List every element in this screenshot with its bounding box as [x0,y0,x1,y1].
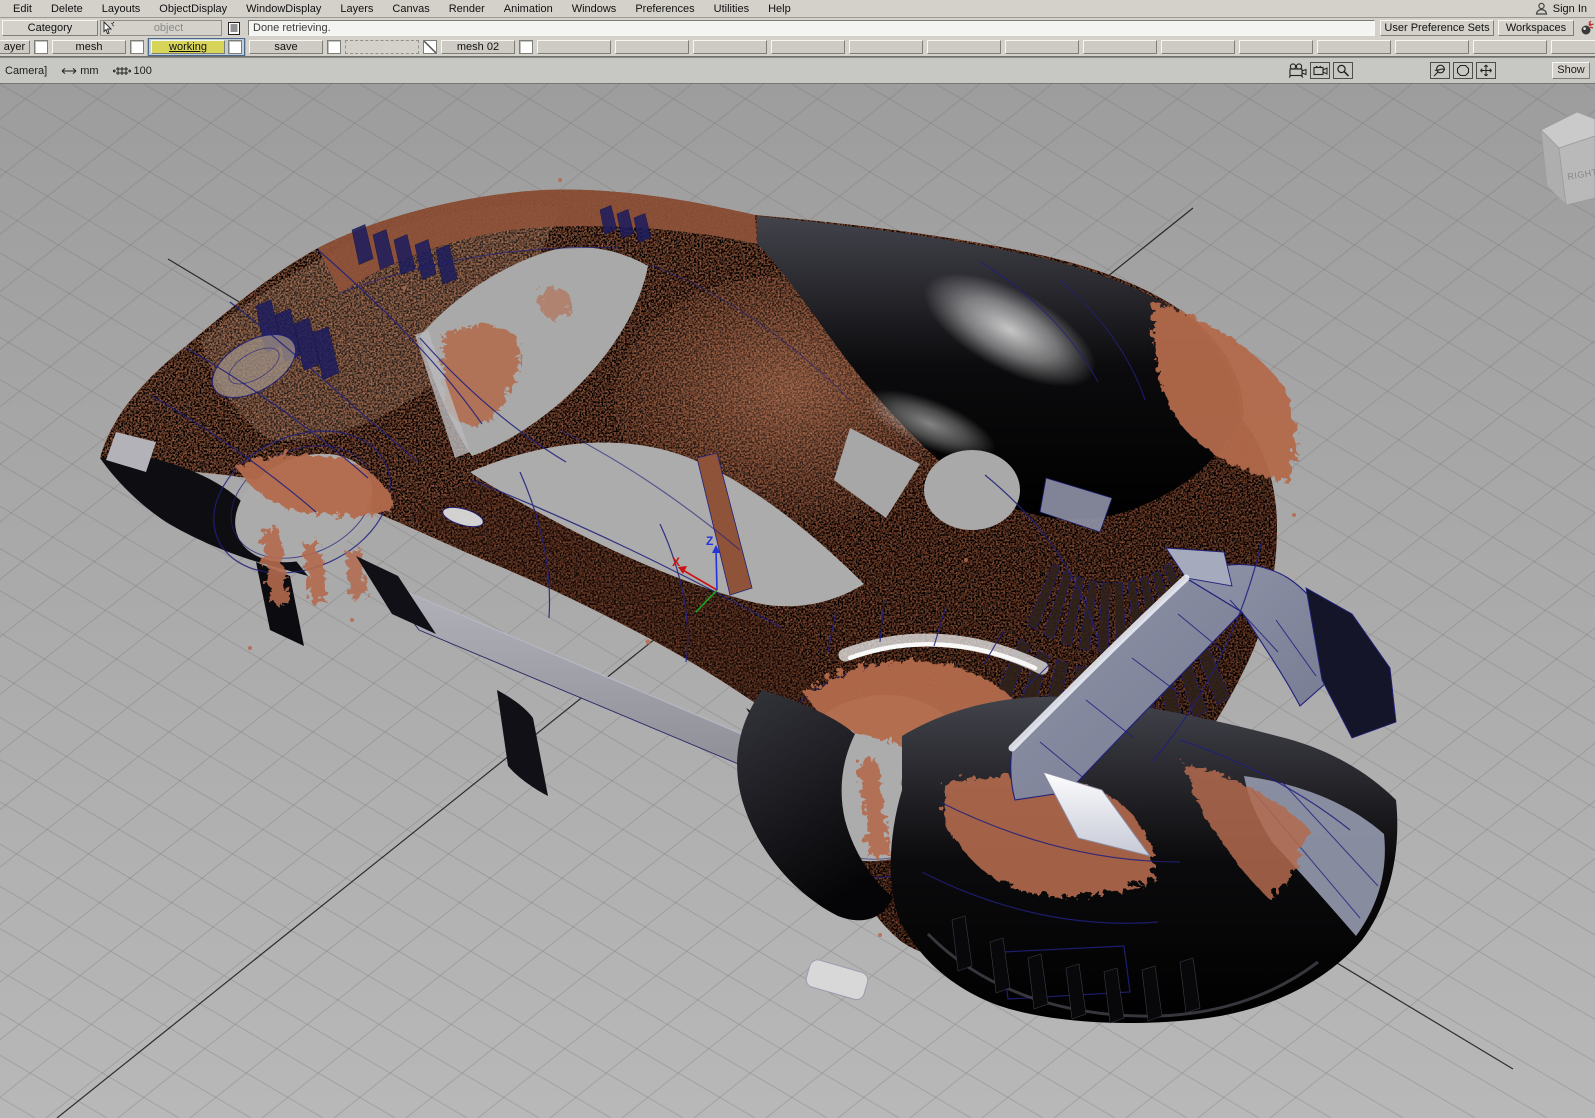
layer-tab-ayer[interactable]: ayer [0,40,30,54]
camera-tool-button[interactable] [1287,62,1307,79]
layer-slot-empty[interactable] [537,40,611,54]
layer-visibility-checkbox[interactable] [519,40,533,54]
pick-cursor-icon [101,21,116,35]
menu-animation[interactable]: Animation [495,1,563,17]
menu-items: EditDeleteLayoutsObjectDisplayWindowDisp… [4,1,801,17]
notification-icon[interactable] [1578,20,1595,36]
grid-size-widget[interactable]: 100 [113,65,152,77]
show-button[interactable]: Show [1552,62,1590,79]
magnifier-icon [1336,64,1350,77]
zoom-view-button[interactable] [1333,62,1353,79]
layer-visibility-checkbox[interactable] [228,40,242,54]
toolbar: Category object Done retrieving. User Pr… [0,18,1595,38]
menu-canvas[interactable]: Canvas [383,1,439,17]
sign-in-label: Sign In [1553,3,1587,15]
layer-tab-mesh[interactable]: mesh [52,40,126,54]
menu-preferences[interactable]: Preferences [626,1,704,17]
menu-render[interactable]: Render [440,1,495,17]
record-view-button[interactable] [1310,62,1330,79]
double-arrow-icon [61,66,77,76]
menu-utilities[interactable]: Utilities [705,1,759,17]
layer-visibility-checkbox[interactable] [34,40,48,54]
menu-layers[interactable]: Layers [331,1,383,17]
person-icon [1535,2,1548,15]
layer-tab-mesh-02[interactable]: mesh 02 [441,40,515,54]
status-line: Done retrieving. [248,20,1375,36]
zoom-curve-icon [1433,64,1447,77]
diagonal-slot-icon[interactable] [423,40,437,54]
workspaces-button[interactable]: Workspaces [1498,20,1574,36]
grid-spacing-icon [113,65,131,77]
pan-arrows-icon [1479,64,1493,77]
object-picker[interactable]: object [100,20,222,36]
layer-tab-working[interactable]: working [151,40,225,54]
layer-slot-empty[interactable] [1161,40,1235,54]
octagon-icon [1456,64,1470,77]
layer-tab-save[interactable]: save [249,40,323,54]
layer-slot-empty[interactable] [1551,40,1595,54]
list-icon [228,22,240,35]
pan-tool-button[interactable] [1476,62,1496,79]
camera-label: Camera] [5,65,47,77]
menu-help[interactable]: Help [759,1,801,17]
viewport-header: Camera] mm 100 [0,58,1595,84]
layer-slot-empty[interactable] [693,40,767,54]
menu-delete[interactable]: Delete [42,1,93,17]
layer-slot-empty[interactable] [1473,40,1547,54]
layer-slot-empty[interactable] [615,40,689,54]
menu-objectdisplay[interactable]: ObjectDisplay [150,1,237,17]
units-widget[interactable]: mm [61,65,98,77]
movie-camera-icon [1288,63,1307,78]
layer-slot-empty[interactable] [1317,40,1391,54]
layer-visibility-checkbox[interactable] [130,40,144,54]
layer-tab-empty[interactable] [345,40,419,54]
menu-windowdisplay[interactable]: WindowDisplay [237,1,331,17]
list-button[interactable] [225,20,243,36]
units-label: mm [80,65,98,77]
frame-all-button[interactable] [1453,62,1473,79]
far-wheel-arch-opening [924,450,1020,530]
layer-slot-empty[interactable] [1239,40,1313,54]
viewport-canvas[interactable]: X Z RIGHT [0,84,1595,1118]
menu-layouts[interactable]: Layouts [93,1,151,17]
layer-slot-empty[interactable] [927,40,1001,54]
grid-size-label: 100 [134,65,152,77]
selected-layer-group: working [148,38,245,56]
axis-x-label: X [672,555,680,569]
object-label: object [116,22,221,34]
menubar: EditDeleteLayoutsObjectDisplayWindowDisp… [0,0,1595,18]
layer-visibility-checkbox[interactable] [327,40,341,54]
menu-windows[interactable]: Windows [563,1,627,17]
layer-slot-empty[interactable] [849,40,923,54]
layer-slot-empty[interactable] [1395,40,1469,54]
menu-edit[interactable]: Edit [4,1,42,17]
layer-bar: ayer mesh working save mesh 02 [0,38,1595,57]
layer-slot-empty[interactable] [1005,40,1079,54]
video-camera-icon [1313,65,1328,77]
inspect-tool-button[interactable] [1430,62,1450,79]
category-button[interactable]: Category [2,20,98,36]
axis-z-label: Z [706,534,713,548]
windshield-scan-remnant [536,284,568,316]
layer-slot-empty[interactable] [1083,40,1157,54]
user-preference-sets-button[interactable]: User Preference Sets [1380,20,1494,36]
layer-slot-empty[interactable] [771,40,845,54]
sign-in-button[interactable]: Sign In [1535,2,1595,15]
